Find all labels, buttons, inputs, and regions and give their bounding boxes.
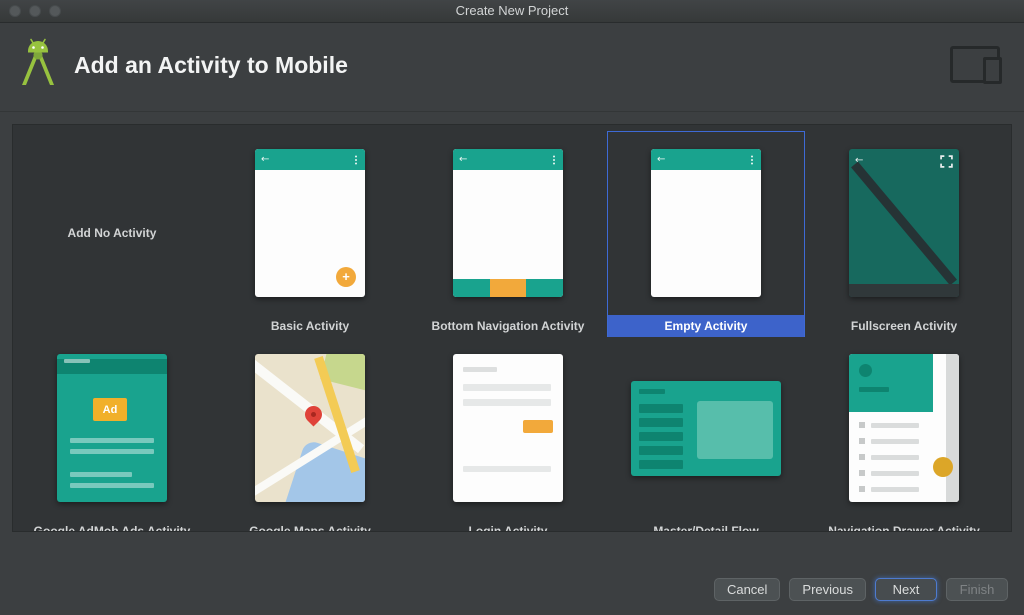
bottom-nav-selected-tab [490,279,526,297]
activity-option-empty-activity[interactable]: ← Empty Activity [607,131,805,337]
activity-label: Basic Activity [270,319,350,333]
appbar: ← [255,149,365,170]
text-placeholder [70,449,154,454]
activity-thumbnail [453,354,563,502]
appbar: ← [453,149,563,170]
kebab-menu-icon [751,158,753,161]
drawer-item [859,438,919,444]
activity-option-navigation-drawer-activity[interactable]: Navigation Drawer Activity [805,336,1003,532]
list-item-placeholder [639,417,683,427]
detail-pane [697,400,773,459]
activity-thumbnail [631,380,781,476]
kebab-menu-icon [553,158,555,161]
wizard-actions: Cancel Previous Next Finish [713,578,1008,601]
activity-label: Bottom Navigation Activity [431,319,585,333]
activity-label: Login Activity [468,524,548,532]
create-new-project-window: Create New Project Add an Activity to Mo… [0,0,1024,615]
back-arrow-icon: ← [261,153,270,165]
wizard-header: Add an Activity to Mobile [0,22,1024,112]
drawer-item [859,470,919,476]
drawer-header [849,354,933,412]
activity-label: Add No Activity [67,226,157,240]
system-nav-bar [849,284,959,297]
ad-badge: Ad [93,398,127,421]
label-placeholder [463,367,497,372]
back-arrow-icon: ← [657,153,666,165]
activity-label: Empty Activity [608,315,804,337]
fab-icon [933,457,953,477]
list-item-placeholder [639,431,683,441]
activity-thumbnail: ← [849,149,959,297]
activity-label: Master/Detail Flow [653,524,759,532]
activity-option-basic-activity[interactable]: ← + Basic Activity [211,131,409,337]
next-button[interactable]: Next [875,578,937,601]
fullscreen-expand-icon [940,155,953,168]
activity-thumbnail [849,354,959,502]
list-item-placeholder [639,459,683,469]
activity-label: Fullscreen Activity [850,319,958,333]
bottom-nav-bar [453,279,563,297]
previous-button[interactable]: Previous [789,578,866,601]
activity-label: Navigation Drawer Activity [828,524,980,532]
label-placeholder [859,387,889,392]
page-title: Add an Activity to Mobile [74,52,348,78]
finish-button[interactable]: Finish [946,578,1008,601]
list-item-placeholder [639,403,683,413]
fab-plus-icon: + [336,267,356,287]
activity-label: Google Maps Activity [249,524,371,532]
list-item-placeholder [639,445,683,455]
title-placeholder [639,388,665,394]
form-factor-icon [950,46,1002,84]
activity-option-fullscreen-activity[interactable]: ← Fullscreen Activity [805,131,1003,337]
titlebar: Create New Project [0,0,1024,23]
avatar [859,364,872,377]
drawer-item [859,486,919,492]
text-placeholder [463,466,551,472]
activity-option-google-admob-ads-activity[interactable]: Ad Google AdMob Ads Activity [13,336,211,532]
title-placeholder [64,359,90,363]
activity-thumbnail [255,354,365,502]
text-placeholder [70,483,154,488]
back-arrow-icon: ← [459,153,468,165]
text-placeholder [70,438,154,443]
activity-gallery: Add No Activity ← + Basic Activity ← Bot… [12,124,1012,532]
activity-option-master-detail-flow[interactable]: Master/Detail Flow [607,336,805,532]
activity-option-google-maps-activity[interactable]: Google Maps Activity [211,336,409,532]
drawer-item [859,454,919,460]
activity-thumbnail: ← + [255,149,365,297]
text-placeholder [70,472,132,477]
activity-label: Google AdMob Ads Activity [33,524,191,532]
kebab-menu-icon [355,158,357,161]
content-edge [946,354,959,502]
cancel-button[interactable]: Cancel [713,578,781,601]
appbar: ← [651,149,761,170]
activity-thumbnail: ← [651,149,761,297]
back-arrow-icon: ← [855,155,864,166]
activity-option-login-activity[interactable]: Login Activity [409,336,607,532]
activity-option-add-no-activity[interactable]: Add No Activity [13,131,211,337]
appbar [57,359,167,374]
input-placeholder [463,384,551,391]
login-button-shape [523,420,553,433]
diagonal-decor [851,161,957,286]
activity-option-bottom-navigation-activity[interactable]: ← Bottom Navigation Activity [409,131,607,337]
android-studio-logo-icon [22,38,54,85]
input-placeholder [463,399,551,406]
drawer-item [859,422,919,428]
activity-thumbnail: Ad [57,354,167,502]
phone-shape [983,57,1002,84]
activity-thumbnail: ← [453,149,563,297]
window-title: Create New Project [455,3,569,18]
